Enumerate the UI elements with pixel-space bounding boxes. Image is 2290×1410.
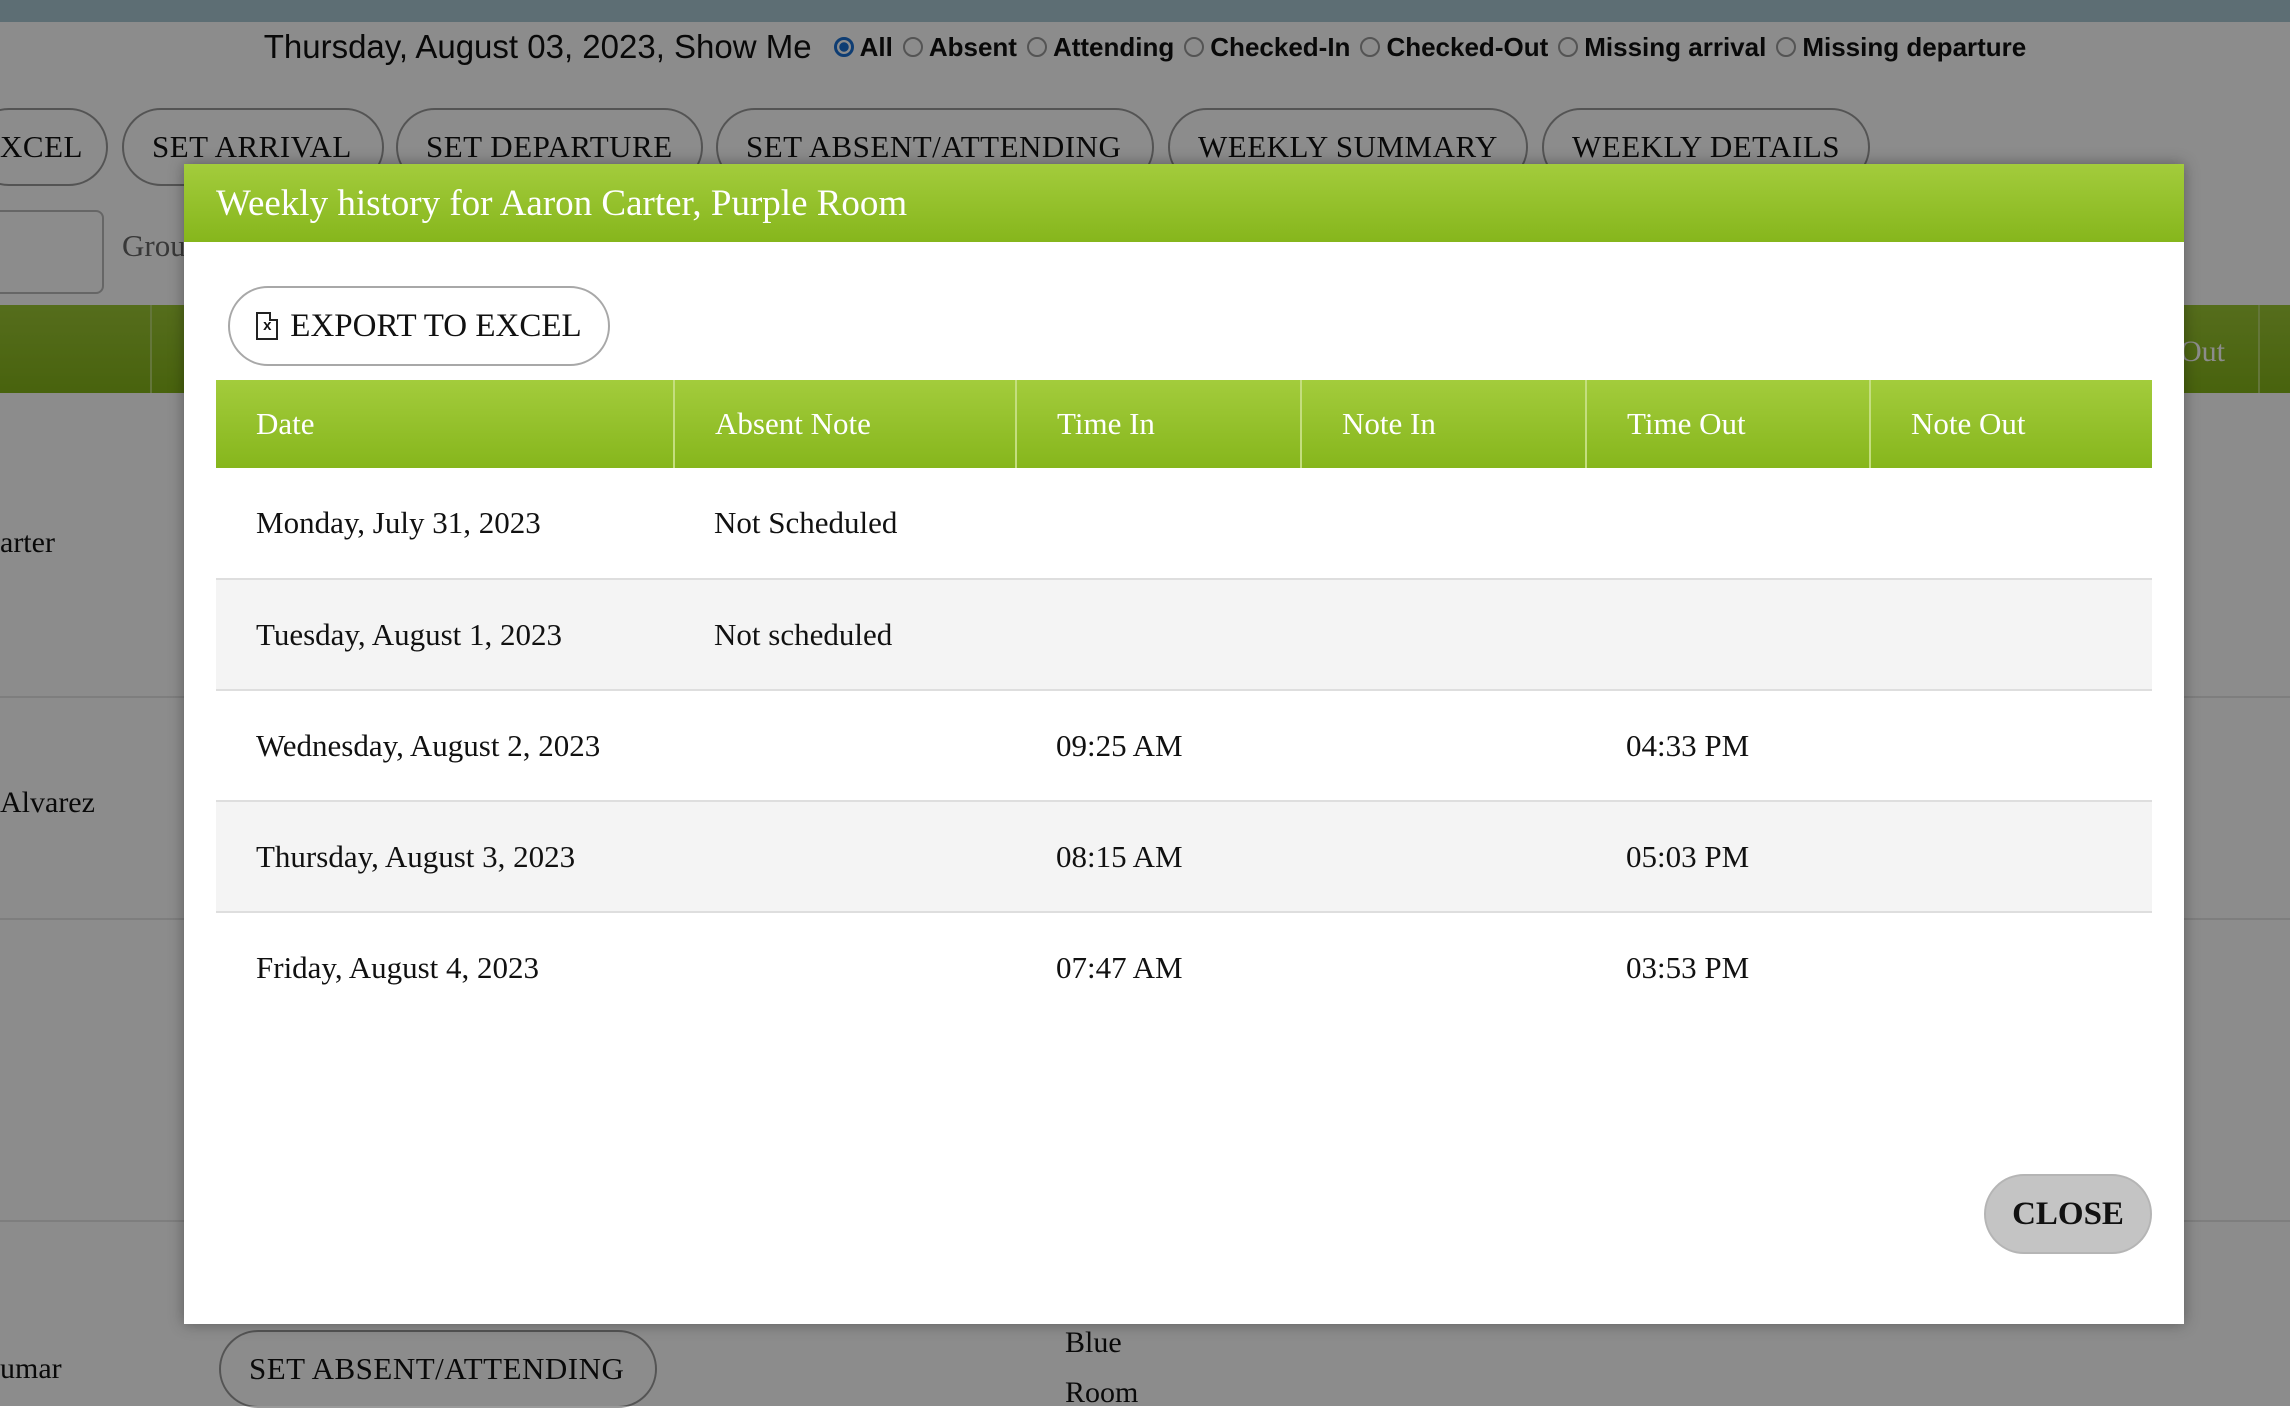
close-button[interactable]: CLOSE bbox=[1984, 1174, 2152, 1254]
note-out-cell bbox=[1870, 801, 2152, 913]
note-out-cell bbox=[1870, 912, 2152, 1023]
weekly-history-dialog: Weekly history for Aaron Carter, Purple … bbox=[184, 164, 2184, 1324]
table-header-row: Date Absent Note Time In Note In Time Ou… bbox=[216, 380, 2152, 468]
time-out-cell: 05:03 PM bbox=[1586, 801, 1870, 913]
export-to-excel-button[interactable]: x EXPORT TO EXCEL bbox=[228, 286, 610, 366]
date-cell: Wednesday, August 2, 2023 bbox=[216, 690, 674, 802]
absent-note-cell bbox=[674, 690, 1016, 802]
absent-note-cell bbox=[674, 801, 1016, 913]
time-in-cell bbox=[1016, 579, 1301, 691]
note-in-cell bbox=[1301, 690, 1586, 802]
note-in-cell bbox=[1301, 468, 1586, 580]
note-in-cell bbox=[1301, 912, 1586, 1023]
table-row: Thursday, August 3, 2023 08:15 AM 05:03 … bbox=[216, 801, 2152, 913]
time-out-cell bbox=[1586, 468, 1870, 580]
note-out-cell bbox=[1870, 690, 2152, 802]
column-header-note-out: Note Out bbox=[1870, 380, 2152, 468]
note-out-cell bbox=[1870, 468, 2152, 580]
absent-note-cell bbox=[674, 912, 1016, 1023]
dialog-title: Weekly history for Aaron Carter, Purple … bbox=[184, 164, 2184, 242]
date-cell: Monday, July 31, 2023 bbox=[216, 468, 674, 580]
absent-note-cell: Not Scheduled bbox=[674, 468, 1016, 580]
date-cell: Friday, August 4, 2023 bbox=[256, 950, 540, 985]
column-header-note-in: Note In bbox=[1301, 380, 1587, 468]
column-header-absent-note: Absent Note bbox=[674, 380, 1017, 468]
date-cell: Tuesday, August 1, 2023 bbox=[216, 579, 674, 691]
table-row: Tuesday, August 1, 2023 Not scheduled bbox=[216, 579, 2152, 691]
time-in-cell: 08:15 AM bbox=[1016, 801, 1301, 913]
weekly-history-table: Date Absent Note Time In Note In Time Ou… bbox=[216, 380, 2152, 1023]
time-in-cell: 09:25 AM bbox=[1016, 690, 1301, 802]
column-header-date: Date bbox=[216, 380, 675, 468]
column-header-time-out: Time Out bbox=[1586, 380, 1871, 468]
note-in-cell bbox=[1301, 801, 1586, 913]
time-in-cell: 07:47 AM bbox=[1056, 950, 1183, 985]
export-label: EXPORT TO EXCEL bbox=[290, 307, 582, 344]
date-cell: Thursday, August 3, 2023 bbox=[216, 801, 674, 913]
time-out-cell bbox=[1586, 579, 1870, 691]
table-row: Wednesday, August 2, 2023 09:25 AM 04:33… bbox=[216, 690, 2152, 802]
column-header-time-in: Time In bbox=[1016, 380, 1302, 468]
excel-file-icon: x bbox=[256, 312, 279, 340]
time-out-cell: 03:53 PM bbox=[1626, 950, 1750, 985]
table-row: Monday, July 31, 2023 Not Scheduled bbox=[216, 468, 2152, 580]
note-in-cell bbox=[1301, 579, 1586, 691]
time-in-cell bbox=[1016, 468, 1301, 580]
time-out-cell: 04:33 PM bbox=[1586, 690, 1870, 802]
absent-note-cell: Not scheduled bbox=[674, 579, 1016, 691]
table-row: Friday, August 4, 2023 07:47 AM 03:53 PM bbox=[216, 912, 2152, 1023]
note-out-cell bbox=[1870, 579, 2152, 691]
